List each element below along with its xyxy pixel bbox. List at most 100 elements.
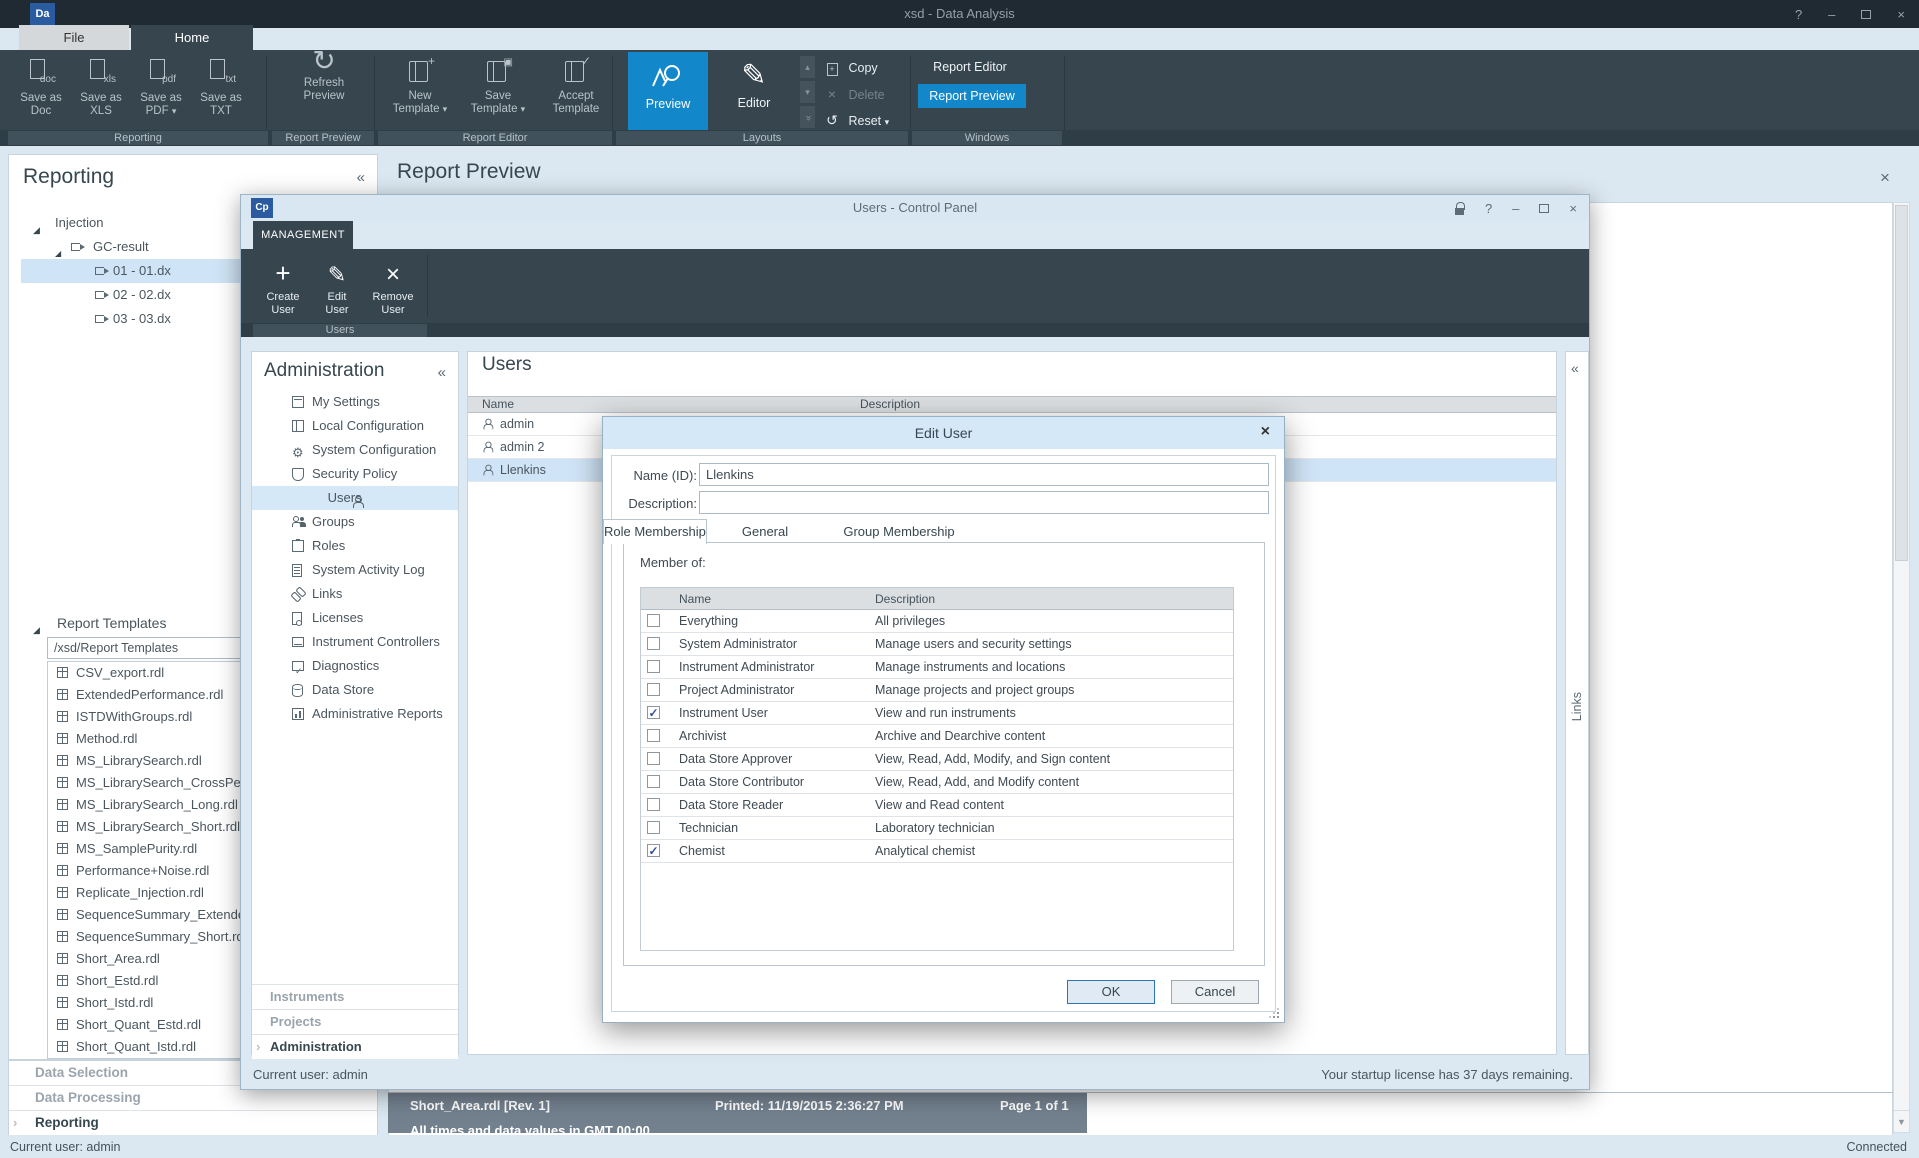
help-icon[interactable]: ? xyxy=(1795,7,1802,22)
tab-home[interactable]: Home xyxy=(131,25,253,50)
user-action-button[interactable]: RemoveUser xyxy=(367,255,419,321)
scroll-down-icon[interactable]: ▼ xyxy=(1894,1110,1909,1132)
report-file-icon xyxy=(57,689,68,700)
minimize-icon[interactable]: – xyxy=(1512,201,1519,216)
expander-icon[interactable] xyxy=(33,618,40,642)
role-row[interactable]: Data Store Contributor View, Read, Add, … xyxy=(641,771,1233,794)
copy-button[interactable]: + Copy xyxy=(824,58,910,78)
role-checkbox[interactable] xyxy=(647,683,660,696)
layout-spinner: ▴ ▾ » xyxy=(800,56,815,131)
collapse-panel-icon[interactable] xyxy=(438,364,446,381)
control-panel-title: Users - Control Panel xyxy=(241,195,1589,221)
admin-sidebar-item[interactable]: Instrument Controllers xyxy=(252,630,458,654)
expand-more-icon[interactable]: » xyxy=(800,106,815,128)
save-as-button[interactable]: xls Save as XLS xyxy=(72,54,130,130)
template-button[interactable]: Save Template xyxy=(462,54,534,130)
dialog-tab[interactable]: Group Membership xyxy=(835,520,963,543)
reset-button[interactable]: Reset xyxy=(824,110,910,130)
resize-grip[interactable] xyxy=(1269,1008,1279,1018)
window-report-editor[interactable]: Report Editor xyxy=(918,60,1022,74)
report-file-icon xyxy=(57,953,68,964)
cp-accordion-item[interactable]: Projects xyxy=(252,1009,458,1034)
cp-accordion-item[interactable]: Instruments xyxy=(252,984,458,1009)
ribbon: doc Save as Doc xls Save as XLS pdf Save… xyxy=(0,50,1919,146)
role-row[interactable]: Data Store Approver View, Read, Add, Mod… xyxy=(641,748,1233,771)
role-checkbox[interactable] xyxy=(647,798,660,811)
role-checkbox[interactable] xyxy=(647,775,660,788)
accordion-item[interactable]: Reporting xyxy=(9,1111,377,1136)
admin-sidebar-item[interactable]: System Activity Log xyxy=(252,558,458,582)
save-as-button[interactable]: pdf Save as PDF xyxy=(132,54,190,130)
template-button[interactable]: Accept Template xyxy=(540,54,612,130)
role-checkbox[interactable] xyxy=(647,706,660,719)
tab-management[interactable]: MANAGEMENT xyxy=(253,221,353,249)
cancel-button[interactable]: Cancel xyxy=(1171,980,1259,1004)
user-action-button[interactable]: EditUser xyxy=(315,255,359,321)
admin-sidebar-item[interactable]: My Settings xyxy=(252,390,458,414)
role-checkbox[interactable] xyxy=(647,752,660,765)
role-checkbox[interactable] xyxy=(647,729,660,742)
dialog-tab[interactable]: General xyxy=(701,520,829,543)
close-icon[interactable]: × xyxy=(1897,7,1905,22)
role-checkbox[interactable] xyxy=(647,614,660,627)
spin-down-icon[interactable]: ▾ xyxy=(800,81,815,103)
role-row[interactable]: System Administrator Manage users and se… xyxy=(641,633,1233,656)
editor-toggle-button[interactable]: Editor xyxy=(714,52,794,130)
role-row[interactable]: Technician Laboratory technician xyxy=(641,817,1233,840)
close-preview-icon[interactable] xyxy=(1880,168,1890,188)
admin-sidebar-item[interactable]: Users xyxy=(252,486,458,510)
admin-sidebar-item[interactable]: Security Policy xyxy=(252,462,458,486)
cp-accordion-item[interactable]: Administration xyxy=(252,1034,458,1059)
admin-sidebar-item[interactable]: Administrative Reports xyxy=(252,702,458,726)
admin-sidebar-item[interactable]: Links xyxy=(252,582,458,606)
role-row[interactable]: Project Administrator Manage projects an… xyxy=(641,679,1233,702)
role-row[interactable]: Instrument User View and run instruments xyxy=(641,702,1233,725)
maximize-icon[interactable] xyxy=(1539,204,1549,213)
close-dialog-icon[interactable]: × xyxy=(1261,423,1270,441)
dialog-tab[interactable]: Role Membership xyxy=(603,519,707,544)
window-report-preview[interactable]: Report Preview xyxy=(918,84,1026,108)
admin-sidebar-item[interactable]: System Configuration xyxy=(252,438,458,462)
report-file-icon xyxy=(57,975,68,986)
control-panel-titlebar[interactable]: Cp Users - Control Panel ? – × xyxy=(241,195,1589,221)
admin-sidebar-item[interactable]: Groups xyxy=(252,510,458,534)
description-input[interactable] xyxy=(699,491,1269,514)
report-file-icon xyxy=(57,821,68,832)
save-as-button[interactable]: txt Save as TXT xyxy=(192,54,250,130)
role-checkbox[interactable] xyxy=(647,660,660,673)
role-row[interactable]: Archivist Archive and Dearchive content xyxy=(641,725,1233,748)
maximize-icon[interactable] xyxy=(1861,10,1871,19)
role-checkbox[interactable] xyxy=(647,844,660,857)
scrollbar-thumb[interactable] xyxy=(1895,205,1908,561)
admin-sidebar-item[interactable]: Licenses xyxy=(252,606,458,630)
help-icon[interactable]: ? xyxy=(1485,201,1492,216)
role-row[interactable]: Data Store Reader View and Read content xyxy=(641,794,1233,817)
collapse-panel-icon[interactable] xyxy=(1571,360,1579,376)
role-row[interactable]: Everything All privileges xyxy=(641,610,1233,633)
preview-toggle-button[interactable]: Preview xyxy=(628,52,708,130)
ok-button[interactable]: OK xyxy=(1067,980,1155,1004)
role-row[interactable]: Chemist Analytical chemist xyxy=(641,840,1233,863)
name-id-input[interactable] xyxy=(699,463,1269,486)
links-rail[interactable]: Links xyxy=(1565,351,1589,1055)
role-checkbox[interactable] xyxy=(647,637,660,650)
admin-sidebar-item[interactable]: Roles xyxy=(252,534,458,558)
admin-sidebar-item[interactable]: Data Store xyxy=(252,678,458,702)
save-as-button[interactable]: doc Save as Doc xyxy=(12,54,70,130)
user-action-button[interactable]: CreateUser xyxy=(259,255,307,321)
close-icon[interactable]: × xyxy=(1569,201,1577,216)
vertical-scrollbar[interactable]: ▼ xyxy=(1893,202,1910,1133)
tab-file[interactable]: File xyxy=(19,25,129,50)
refresh-preview-button[interactable]: RefreshPreview xyxy=(276,54,372,130)
role-row[interactable]: Instrument Administrator Manage instrume… xyxy=(641,656,1233,679)
minimize-icon[interactable]: – xyxy=(1828,7,1835,22)
dialog-titlebar[interactable]: Edit User xyxy=(603,417,1284,449)
admin-sidebar-item[interactable]: Local Configuration xyxy=(252,414,458,438)
ribbon-separator xyxy=(266,56,267,130)
template-button[interactable]: New Template xyxy=(384,54,456,130)
role-checkbox[interactable] xyxy=(647,821,660,834)
delete-button[interactable]: Delete xyxy=(824,84,910,104)
spin-up-icon[interactable]: ▴ xyxy=(800,56,815,78)
admin-sidebar-item[interactable]: Diagnostics xyxy=(252,654,458,678)
collapse-panel-icon[interactable] xyxy=(357,169,365,186)
